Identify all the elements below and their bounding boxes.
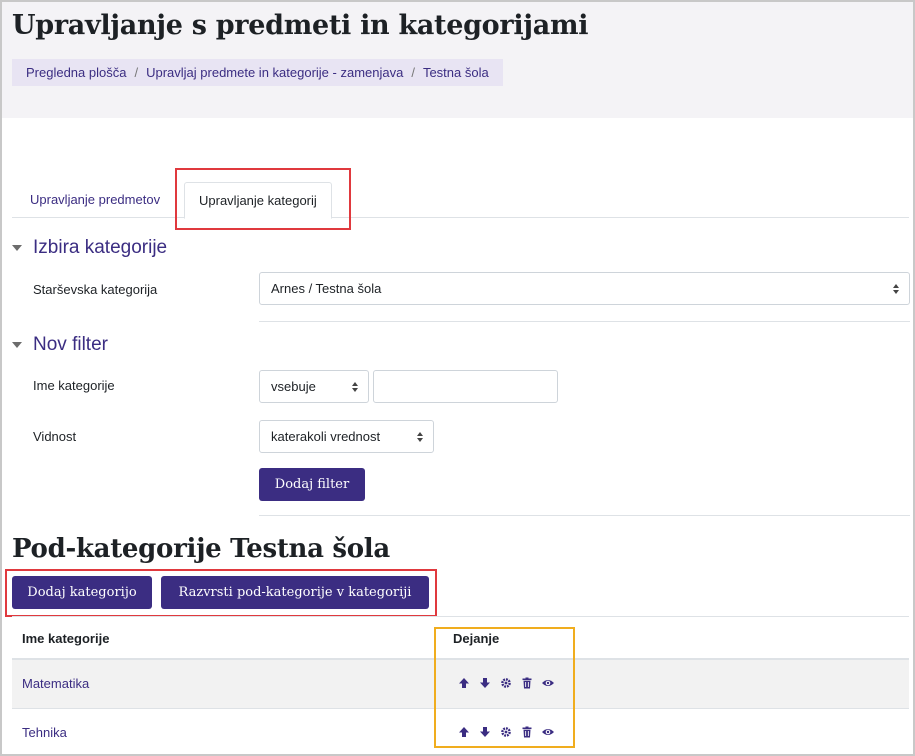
tab-manage-courses[interactable]: Upravljanje predmetov <box>16 182 174 218</box>
collapse-caret-icon <box>12 245 22 251</box>
select-value: katerakoli vrednost <box>271 429 381 444</box>
select-value: Arnes / Testna šola <box>271 281 382 296</box>
section-new-filter[interactable]: Nov filter <box>12 334 108 356</box>
breadcrumb-dashboard[interactable]: Pregledna plošča <box>26 65 126 80</box>
divider <box>259 515 910 516</box>
section-category-select[interactable]: Izbira kategorije <box>12 237 167 259</box>
parent-category-label: Starševska kategorija <box>33 282 158 297</box>
highlight-box-tab <box>175 168 351 230</box>
add-filter-button[interactable]: Dodaj filter <box>259 468 365 501</box>
section-heading: Izbira kategorije <box>33 237 168 258</box>
section-heading: Nov filter <box>33 334 108 355</box>
breadcrumb-manage-courses[interactable]: Upravljaj predmete in kategorije - zamen… <box>146 65 403 80</box>
tab-bar: Upravljanje predmetov Upravljanje katego… <box>12 182 909 219</box>
highlight-box-actions <box>434 627 575 748</box>
visibility-label: Vidnost <box>33 429 77 444</box>
category-name-label: Ime kategorije <box>33 378 115 393</box>
subcategories-title: Pod-kategorije Testna šola <box>12 534 390 564</box>
category-link[interactable]: Tehnika <box>22 725 67 740</box>
page-title: Upravljanje s predmeti in kategorijami <box>12 10 589 41</box>
category-link[interactable]: Matematika <box>22 676 89 691</box>
name-operator-select[interactable]: vsebuje <box>259 370 369 403</box>
breadcrumb-separator: / <box>134 65 139 80</box>
highlight-box-buttons <box>5 569 437 617</box>
breadcrumb: Pregledna plošča / Upravljaj predmete in… <box>12 59 503 86</box>
select-value: vsebuje <box>271 379 316 394</box>
select-arrows-icon <box>417 430 424 444</box>
breadcrumb-current-category[interactable]: Testna šola <box>423 65 489 80</box>
divider <box>259 321 910 322</box>
select-arrows-icon <box>893 282 900 296</box>
collapse-caret-icon <box>12 342 22 348</box>
breadcrumb-separator: / <box>411 65 415 80</box>
column-header-name: Ime kategorije <box>22 631 110 646</box>
parent-category-select[interactable]: Arnes / Testna šola <box>259 272 910 305</box>
page-frame: Upravljanje s predmeti in kategorijami P… <box>0 0 915 756</box>
select-arrows-icon <box>352 380 359 394</box>
category-name-input[interactable] <box>373 370 558 403</box>
visibility-select[interactable]: katerakoli vrednost <box>259 420 434 453</box>
page-header: Upravljanje s predmeti in kategorijami P… <box>2 2 913 118</box>
